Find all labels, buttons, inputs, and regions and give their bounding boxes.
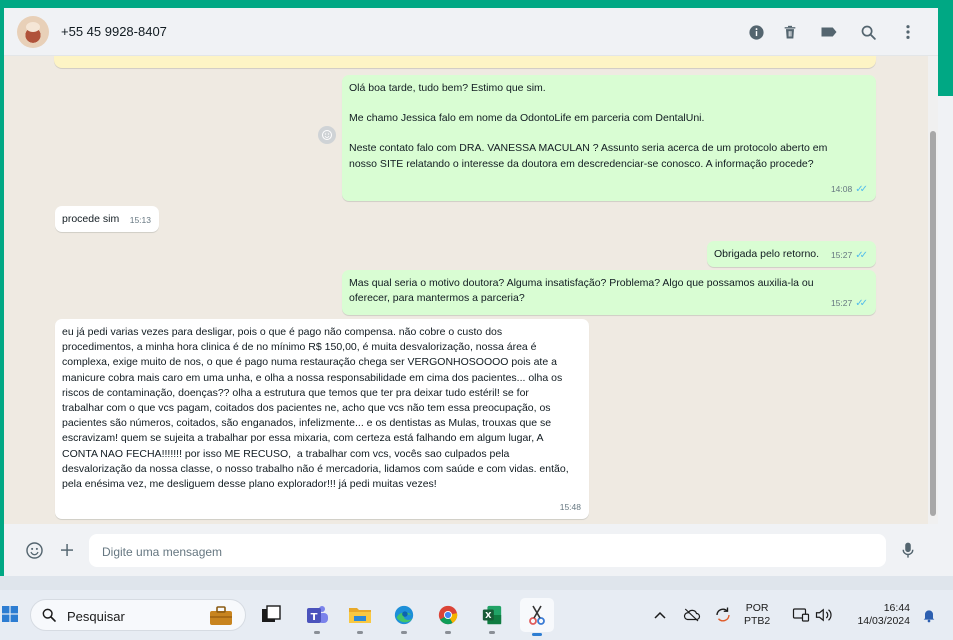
composer: Digite uma mensagem xyxy=(4,524,938,576)
running-indicator xyxy=(314,631,320,634)
screen: +55 45 9928-8407 Olá boa tarde, tudo bem… xyxy=(0,0,953,640)
volume-icon[interactable] xyxy=(809,600,839,630)
message-input[interactable]: Digite uma mensagem xyxy=(89,534,886,567)
read-ticks-icon: ✓✓ xyxy=(855,249,868,261)
desktop-strip xyxy=(0,576,953,590)
reaction-emoji-icon[interactable] xyxy=(318,126,336,144)
message-text: Olá boa tarde, tudo bem? Estimo que sim. xyxy=(349,82,546,94)
clock[interactable]: 16:44 14/03/2024 xyxy=(846,602,910,628)
message-meta: 15:27 ✓✓ xyxy=(831,248,868,263)
read-ticks-icon: ✓✓ xyxy=(855,297,868,309)
accent-band-right xyxy=(938,0,953,96)
input-language[interactable]: POR PTB2 xyxy=(744,602,770,628)
background-right xyxy=(938,96,953,576)
avatar[interactable] xyxy=(17,16,49,48)
chat-header[interactable]: +55 45 9928-8407 xyxy=(4,8,938,56)
message-time: 15:27 xyxy=(830,297,853,308)
encryption-banner xyxy=(54,56,876,68)
message-incoming[interactable]: procede sim 15:13 xyxy=(55,206,159,232)
file-explorer-icon[interactable] xyxy=(345,600,375,634)
running-indicator xyxy=(401,631,407,634)
clock-time: 16:44 xyxy=(883,602,910,614)
read-ticks-icon: ✓✓ xyxy=(855,183,868,195)
emoji-icon[interactable] xyxy=(24,540,44,560)
message-outgoing[interactable]: Mas qual seria o motivo doutora? Alguma … xyxy=(342,270,876,315)
sync-icon[interactable] xyxy=(708,600,738,630)
briefcase-icon xyxy=(209,606,233,631)
message-text: Mas qual seria o motivo doutora? Alguma … xyxy=(349,277,817,305)
running-indicator xyxy=(357,631,363,634)
chrome-icon[interactable] xyxy=(433,600,463,634)
message-time: 14:08 xyxy=(830,183,853,194)
edge-icon[interactable] xyxy=(389,600,419,634)
attach-plus-icon[interactable] xyxy=(57,540,77,560)
language-label: POR xyxy=(745,602,769,614)
trash-icon[interactable] xyxy=(780,22,800,42)
search-label: Pesquisar xyxy=(67,609,125,624)
more-vert-icon[interactable] xyxy=(898,22,918,42)
label-icon[interactable] xyxy=(819,22,839,42)
windows-start-icon[interactable] xyxy=(2,606,18,622)
contact-name[interactable]: +55 45 9928-8407 xyxy=(61,24,167,39)
chevron-up-icon[interactable] xyxy=(645,600,675,630)
message-time: 15:48 xyxy=(559,501,581,512)
message-outgoing[interactable]: Obrigada pelo retorno. 15:27 ✓✓ xyxy=(707,241,876,267)
whatsapp-window: +55 45 9928-8407 Olá boa tarde, tudo bem… xyxy=(4,8,938,576)
task-view-icon[interactable] xyxy=(256,600,286,630)
info-icon[interactable] xyxy=(746,22,766,42)
message-meta: 15:48 xyxy=(560,500,581,515)
snipping-tool-icon[interactable] xyxy=(520,598,554,636)
teams-icon[interactable]: T xyxy=(302,600,332,634)
running-indicator xyxy=(445,631,451,634)
message-incoming[interactable]: eu já pedi varias vezes para desligar, p… xyxy=(55,319,589,519)
message-meta: 14:08 ✓✓ xyxy=(831,182,868,197)
active-indicator xyxy=(532,633,542,636)
message-time: 15:27 xyxy=(830,249,853,260)
message-outgoing[interactable]: Olá boa tarde, tudo bem? Estimo que sim.… xyxy=(342,75,876,201)
svg-text:T: T xyxy=(311,612,318,623)
search-icon xyxy=(41,607,57,628)
microphone-icon[interactable] xyxy=(898,540,918,560)
search-icon[interactable] xyxy=(858,22,878,42)
message-input-placeholder: Digite uma mensagem xyxy=(102,545,223,559)
clock-date: 14/03/2024 xyxy=(857,615,910,627)
chat-scrollbar[interactable] xyxy=(928,56,938,524)
excel-icon[interactable]: X xyxy=(477,600,507,634)
message-text: Me chamo Jessica falo em nome da OdontoL… xyxy=(349,112,705,125)
message-meta: 15:27 ✓✓ xyxy=(831,296,868,311)
message-text: eu já pedi varias vezes para desligar, p… xyxy=(62,326,572,491)
chat-area[interactable]: Olá boa tarde, tudo bem? Estimo que sim.… xyxy=(4,56,938,524)
taskbar-search[interactable]: Pesquisar xyxy=(30,599,246,631)
scrollbar-thumb[interactable] xyxy=(930,131,936,516)
cloud-off-icon[interactable] xyxy=(677,600,707,630)
message-meta: 15:13 xyxy=(130,213,151,228)
svg-text:X: X xyxy=(485,610,492,620)
keyboard-label: PTB2 xyxy=(744,615,771,627)
notification-bell-icon[interactable] xyxy=(914,600,944,630)
running-indicator xyxy=(489,631,495,634)
windows-taskbar: Pesquisar T X POR PTB2 16:44 14/03/2024 xyxy=(0,590,953,640)
message-text: Neste contato falo com DRA. VANESSA MACU… xyxy=(349,142,831,170)
accent-band xyxy=(0,0,953,8)
message-time: 15:13 xyxy=(129,214,151,225)
